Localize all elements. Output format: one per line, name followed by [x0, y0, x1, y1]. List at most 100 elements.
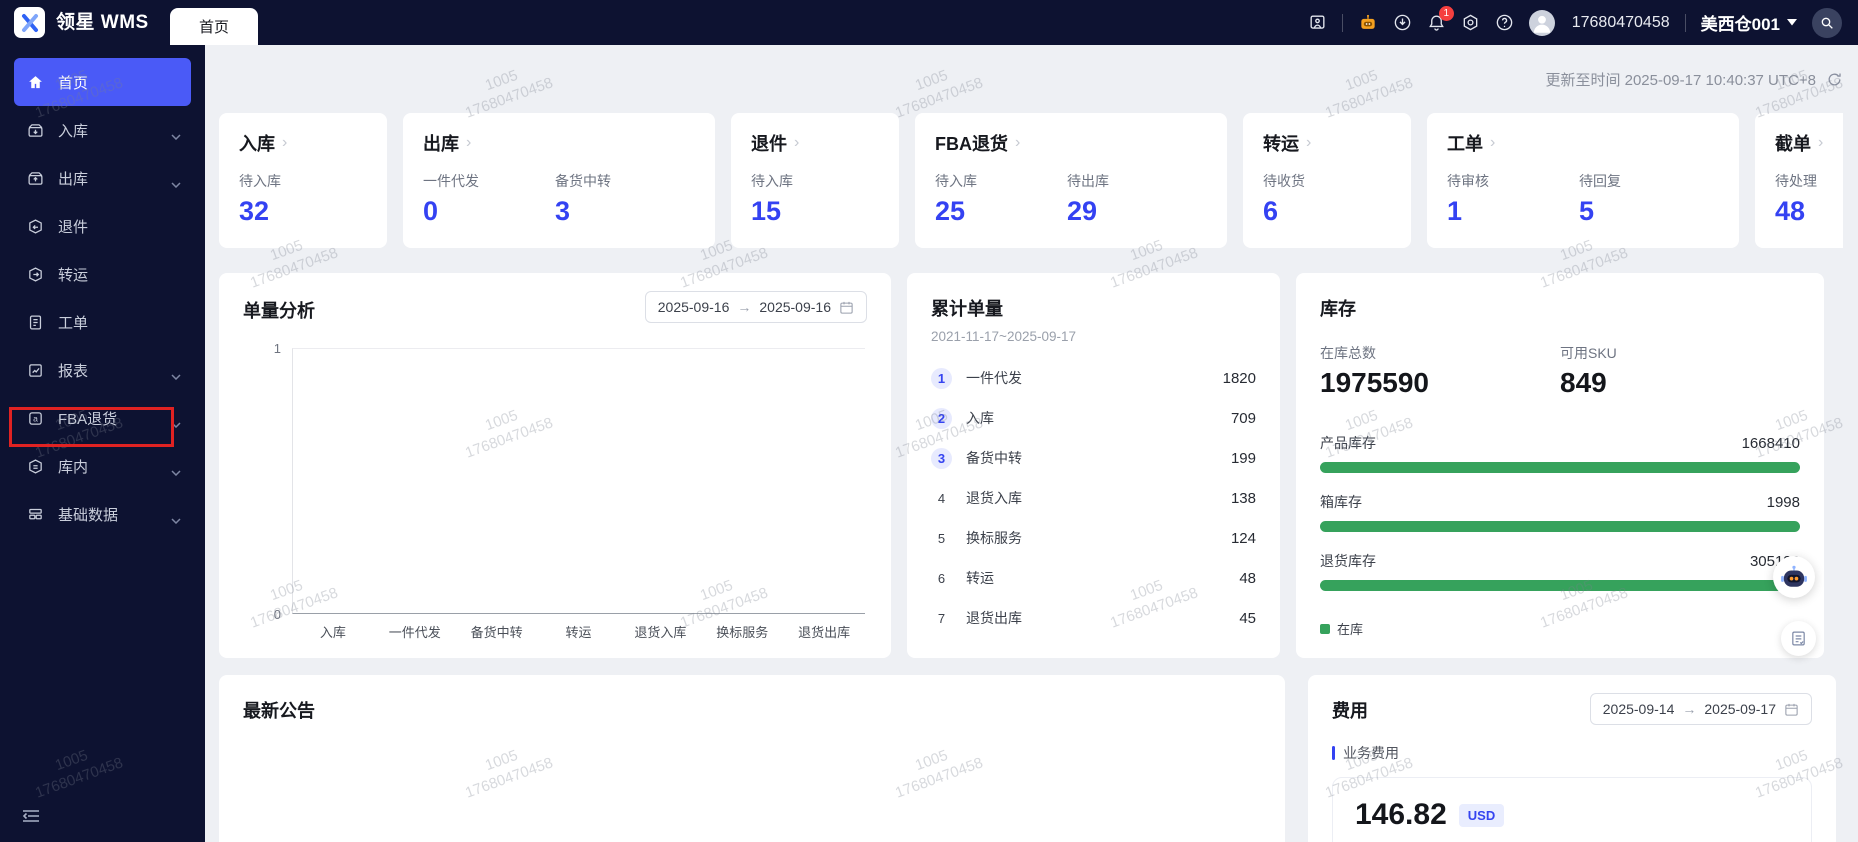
tab-business-fees[interactable]: 业务费用: [1332, 743, 1812, 763]
arrow-right-icon: →: [1682, 701, 1697, 717]
download-icon[interactable]: [1393, 13, 1412, 32]
stat-card-title[interactable]: 入库 ›: [239, 130, 367, 156]
panel-title: 累计单量: [931, 299, 1003, 319]
ai-assistant-floating-button[interactable]: [1773, 556, 1815, 598]
list-item: 7 退货出库 45: [931, 598, 1256, 638]
stat-card-title[interactable]: 工单 ›: [1447, 130, 1719, 156]
main-content: 更新至时间 2025-09-17 10:40:37 UTC+8 入库 › 待入库 …: [205, 45, 1858, 842]
inventory-total-label: 在库总数: [1320, 345, 1376, 361]
sidebar-item-outbound[interactable]: 出库: [14, 154, 191, 202]
list-item: 5 换标服务 124: [931, 518, 1256, 558]
rank-badge: 3: [931, 447, 952, 469]
ranking-list: 1 一件代发 1820 2 入库 709 3 备货中转 199 4 退货入库 138 5 换标服务…: [931, 358, 1256, 638]
currency-badge: USD: [1458, 803, 1505, 827]
legend-swatch: [1320, 623, 1330, 634]
bottom-panels-row: 最新公告 费用 2025-09-14 → 2025-09-17 业务费用 146…: [219, 675, 1843, 842]
collapse-sidebar-icon[interactable]: [22, 809, 40, 828]
calendar-icon: [840, 301, 853, 314]
rank-badge: 7: [937, 610, 946, 626]
search-button[interactable]: [1812, 7, 1842, 38]
chevron-right-icon: ›: [1306, 134, 1312, 151]
update-time-bar: 更新至时间 2025-09-17 10:40:37 UTC+8: [219, 45, 1843, 113]
home-icon: [24, 74, 46, 91]
app-logo-icon: [14, 7, 45, 38]
chevron-down-icon: [171, 511, 181, 528]
robot-assistant-icon[interactable]: [1358, 13, 1378, 33]
list-item: 6 转运 48: [931, 558, 1256, 598]
calendar-icon: [1785, 703, 1798, 716]
stat-card-title[interactable]: 转运 ›: [1263, 130, 1391, 156]
notification-bell-icon[interactable]: 1: [1427, 6, 1454, 32]
settings-icon[interactable]: [1461, 13, 1480, 32]
warehouse-selector[interactable]: 美西仓001: [1701, 10, 1797, 35]
tab-home[interactable]: 首页: [170, 8, 258, 45]
inventory-bar-row: 退货库存 305182: [1320, 551, 1800, 591]
returns-icon: [24, 218, 46, 235]
inventory-total-value: 1975590: [1320, 367, 1430, 398]
reports-icon: [24, 362, 46, 379]
transfer-icon: [24, 266, 46, 283]
task-list-floating-button[interactable]: [1781, 621, 1816, 656]
date-range-picker[interactable]: 2025-09-14 → 2025-09-17: [1589, 693, 1812, 725]
panel-title: 最新公告: [243, 701, 315, 721]
fee-summary-card: 146.82 USD 同比 ↓ 100% 环比 ↓ 30%: [1332, 777, 1812, 842]
stat-card-inbound: 入库 › 待入库 32: [219, 113, 387, 248]
message-icon[interactable]: [1308, 13, 1327, 32]
update-time-text: 更新至时间 2025-09-17 10:40:37 UTC+8: [1545, 71, 1816, 89]
stat-card-fba-returns: FBA退货 › 待入库 25 待出库 29: [915, 113, 1227, 248]
rank-badge: 4: [937, 490, 946, 506]
panel-title: 单量分析: [243, 301, 315, 321]
available-sku-label: 可用SKU: [1560, 345, 1617, 361]
legend-label: 在库: [1337, 622, 1364, 637]
user-avatar[interactable]: [1528, 9, 1555, 36]
stat-card-returns: 退件 › 待入库 15: [731, 113, 899, 248]
sidebar-item-inwarehouse[interactable]: 库内: [14, 442, 191, 490]
date-to: 2025-09-17: [1704, 701, 1776, 717]
chevron-right-icon: ›: [1818, 134, 1824, 151]
inbound-icon: [24, 122, 46, 139]
date-range-picker[interactable]: 2025-09-16 → 2025-09-16: [644, 291, 867, 323]
chevron-down-icon: [171, 415, 181, 432]
stat-card-title[interactable]: 退件 ›: [751, 130, 879, 156]
x-axis-labels: 入库 一件代发 备货中转 转运 退货入库 换标服务 退货出库: [319, 625, 851, 640]
available-sku-value: 849: [1560, 367, 1607, 398]
stat-card-transfer: 转运 › 待收货 6: [1243, 113, 1411, 248]
fees-panel: 费用 2025-09-14 → 2025-09-17 业务费用 146.82 U…: [1308, 675, 1836, 842]
divider: [1684, 13, 1686, 32]
stat-card-workorder: 工单 › 待审核 1 待回复 5: [1427, 113, 1739, 248]
y-axis-tick-max: 1: [273, 341, 281, 356]
help-icon[interactable]: [1495, 13, 1514, 32]
sidebar-item-home[interactable]: 首页: [14, 58, 191, 106]
stat-card-title[interactable]: 截单 ›: [1775, 130, 1843, 156]
sidebar-item-fba-returns[interactable]: a FBA退货: [14, 394, 191, 442]
search-icon: [1821, 17, 1833, 29]
list-item: 3 备货中转 199: [931, 438, 1256, 478]
cumulative-orders-panel: 累计单量 2021-11-17~2025-09-17 1 一件代发 1820 2 入库…: [907, 273, 1280, 658]
basedata-icon: [24, 506, 46, 523]
announcement-panel: 最新公告: [219, 675, 1285, 842]
sidebar-item-transfer[interactable]: 转运: [14, 250, 191, 298]
top-header-bar: 领星 WMS 首页 1 17680470458 美西仓001: [0, 0, 1858, 45]
sidebar-item-inbound[interactable]: 入库: [14, 106, 191, 154]
rank-badge: 6: [937, 570, 946, 586]
sidebar-item-returns[interactable]: 退件: [14, 202, 191, 250]
sidebar-item-workorder[interactable]: 工单: [14, 298, 191, 346]
inventory-bar-row: 产品库存 1668410: [1320, 433, 1800, 473]
svg-text:a: a: [33, 413, 38, 423]
stat-card-title[interactable]: FBA退货 ›: [935, 130, 1207, 156]
sidebar-item-basedata[interactable]: 基础数据: [14, 490, 191, 538]
chart-plot-area: [292, 348, 865, 614]
progress-bar: [1320, 462, 1800, 473]
middle-panels-row: 单量分析 2025-09-16 → 2025-09-16 1 0 入库 一件代发…: [219, 273, 1843, 658]
chevron-right-icon: ›: [1490, 134, 1496, 151]
date-from: 2025-09-14: [1602, 701, 1675, 717]
stat-cards-row: 入库 › 待入库 32 出库 › 一件代发 0 备货中转 3 退件 › 待入库 15 FB…: [219, 113, 1843, 248]
order-analysis-panel: 单量分析 2025-09-16 → 2025-09-16 1 0 入库 一件代发…: [219, 273, 891, 658]
stat-card-title[interactable]: 出库 ›: [423, 130, 695, 156]
progress-bar: [1320, 580, 1800, 591]
sidebar-item-reports[interactable]: 报表: [14, 346, 191, 394]
refresh-icon[interactable]: [1826, 71, 1843, 88]
inwarehouse-icon: [24, 458, 46, 475]
arrow-right-icon: →: [737, 299, 752, 315]
list-item: 4 退货入库 138: [931, 478, 1256, 518]
